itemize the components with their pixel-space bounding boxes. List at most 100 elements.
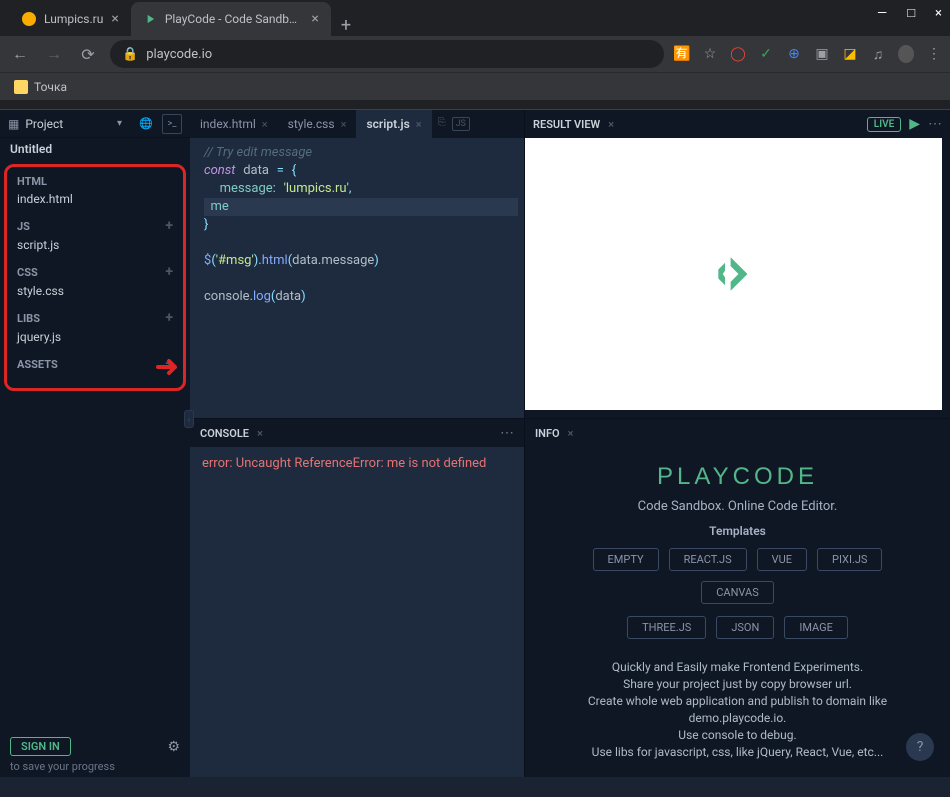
tab-strip: Lumpics.ru × PlayCode - Code Sandbox. On… xyxy=(0,0,950,36)
result-iframe[interactable] xyxy=(525,138,942,410)
splitter-handle[interactable]: ‹ xyxy=(184,410,194,428)
sidebar-footer: SIGN IN ⚙ to save your progress xyxy=(0,729,190,777)
translate-icon[interactable]: 🈶 xyxy=(674,46,690,62)
avatar-icon[interactable] xyxy=(898,46,914,62)
editor-tab-style[interactable]: style.css × xyxy=(278,110,357,138)
close-icon[interactable]: × xyxy=(111,11,118,27)
info-tab-label[interactable]: INFO xyxy=(535,427,560,440)
info-line: Share your project just by copy browser … xyxy=(555,676,920,693)
template-button[interactable]: VUE xyxy=(757,548,807,571)
back-icon[interactable]: ← xyxy=(8,44,32,64)
ext-icon[interactable]: ◪ xyxy=(842,46,858,62)
gear-icon[interactable]: ⚙ xyxy=(167,739,180,755)
code-editor[interactable]: // Try edit message const data = { messa… xyxy=(190,138,524,418)
editor-tab-extras: ⎘ JS xyxy=(438,117,470,131)
group-label: CSS xyxy=(17,266,38,279)
app-layout: ▦ Project ▾ 🌐 >_ Untitled HTML index.htm… xyxy=(0,110,950,777)
templates-row-1: EMPTY REACT.JS VUE PIXI.JS CANVAS xyxy=(555,548,920,604)
close-icon[interactable]: × xyxy=(311,11,318,27)
annotation-arrow-icon xyxy=(155,355,185,385)
project-label[interactable]: Project xyxy=(25,117,111,131)
editor-tab-script[interactable]: script.js× xyxy=(356,110,431,138)
info-line: Quickly and Easily make Frontend Experim… xyxy=(555,659,920,676)
template-button[interactable]: PIXI.JS xyxy=(817,548,882,571)
tab-title: PlayCode - Code Sandbox. Onlin xyxy=(165,12,304,26)
help-button[interactable]: ? xyxy=(906,733,934,761)
bookmarks-bar: Точка xyxy=(0,72,950,100)
ext-icon[interactable]: ⊕ xyxy=(786,46,802,62)
ext-icon[interactable]: ▣ xyxy=(814,46,830,62)
app-root: ▦ Project ▾ 🌐 >_ Untitled HTML index.htm… xyxy=(0,110,950,777)
info-line: Use libs for javascript, css, like jQuer… xyxy=(555,744,920,761)
info-text: Quickly and Easily make Frontend Experim… xyxy=(555,659,920,761)
lang-badge[interactable]: JS xyxy=(452,117,470,131)
sidebar-header: ▦ Project ▾ 🌐 >_ xyxy=(0,110,190,138)
live-badge[interactable]: LIVE xyxy=(867,117,901,132)
info-line: Use console to debug. xyxy=(555,727,920,744)
tab-label: style.css xyxy=(288,117,335,131)
ext-icon[interactable]: ✓ xyxy=(758,46,774,62)
bottom-row: CONSOLE × ⋯ error: Uncaught ReferenceErro… xyxy=(190,418,950,777)
close-icon[interactable]: × xyxy=(257,427,263,440)
template-button[interactable]: EMPTY xyxy=(593,548,659,571)
editor-tab-index[interactable]: index.html× xyxy=(190,110,278,138)
file-group-html: HTML index.html xyxy=(11,171,179,214)
console-output[interactable]: error: Uncaught ReferenceError: me is no… xyxy=(190,447,524,777)
file-item[interactable]: style.css xyxy=(17,282,173,300)
play-icon[interactable]: ▶ xyxy=(909,116,920,132)
close-icon[interactable]: × xyxy=(935,6,942,21)
grid-icon[interactable]: ▦ xyxy=(8,117,19,131)
signin-button[interactable]: SIGN IN xyxy=(10,737,71,756)
add-icon[interactable]: + xyxy=(165,218,173,234)
bookmark-item[interactable]: Точка xyxy=(34,80,67,94)
close-icon[interactable]: × xyxy=(608,118,614,131)
template-button[interactable]: THREE.JS xyxy=(627,616,706,639)
ext-icon[interactable]: ◯ xyxy=(730,46,746,62)
address-bar: ← → ⟳ 🔒 playcode.io 🈶 ☆ ◯ ✓ ⊕ ▣ ◪ ♫ ⋮ xyxy=(0,36,950,72)
tagline: Code Sandbox. Online Code Editor. xyxy=(638,499,838,514)
result-tab-label[interactable]: RESULT VIEW xyxy=(533,118,600,131)
result-tabs: RESULT VIEW × LIVE ▶ ⋯ xyxy=(525,110,950,138)
group-label: HTML xyxy=(17,175,47,188)
template-button[interactable]: IMAGE xyxy=(784,616,848,639)
url-field[interactable]: 🔒 playcode.io xyxy=(110,40,664,68)
chevron-down-icon[interactable]: ▾ xyxy=(117,118,122,129)
close-icon[interactable]: × xyxy=(262,118,268,131)
browser-tab-1[interactable]: PlayCode - Code Sandbox. Onlin × xyxy=(131,2,331,36)
globe-icon[interactable]: 🌐 xyxy=(136,114,156,134)
template-button[interactable]: JSON xyxy=(716,616,774,639)
playcode-logo-icon xyxy=(706,246,762,302)
close-icon[interactable]: × xyxy=(568,427,574,440)
file-item[interactable]: jquery.js xyxy=(17,328,173,346)
reload-icon[interactable]: ⟳ xyxy=(76,45,100,64)
file-item[interactable]: index.html xyxy=(17,190,173,208)
info-line: Create whole web application and publish… xyxy=(555,693,920,727)
more-icon[interactable]: ⋯ xyxy=(928,116,942,132)
minimize-icon[interactable]: — xyxy=(877,6,887,21)
add-icon[interactable]: + xyxy=(165,310,173,326)
editor-panel: index.html× style.css × script.js× ⎘ JS /… xyxy=(190,110,525,418)
file-item[interactable]: script.js xyxy=(17,236,173,254)
add-icon[interactable]: + xyxy=(165,264,173,280)
playlist-icon[interactable]: ♫ xyxy=(870,46,886,62)
close-icon[interactable]: × xyxy=(341,118,347,131)
forward-icon[interactable]: → xyxy=(42,44,66,64)
project-title[interactable]: Untitled xyxy=(0,138,190,164)
more-icon[interactable]: ⋯ xyxy=(500,425,514,441)
star-icon[interactable]: ☆ xyxy=(702,46,718,62)
template-button[interactable]: REACT.JS xyxy=(669,548,747,571)
terminal-icon[interactable]: >_ xyxy=(162,114,182,134)
info-panel: INFO× PLAYCODE Code Sandbox. Online Code… xyxy=(525,419,950,777)
copy-icon[interactable]: ⎘ xyxy=(438,117,446,131)
new-tab-button[interactable]: + xyxy=(331,15,361,36)
sidebar: ▦ Project ▾ 🌐 >_ Untitled HTML index.htm… xyxy=(0,110,190,777)
url-text: playcode.io xyxy=(146,47,212,62)
console-tab-label[interactable]: CONSOLE xyxy=(200,427,249,440)
maximize-icon[interactable]: □ xyxy=(907,5,915,21)
close-icon[interactable]: × xyxy=(416,118,422,131)
menu-icon[interactable]: ⋮ xyxy=(926,46,942,62)
file-group-css: CSS + style.css xyxy=(11,260,179,306)
browser-tab-0[interactable]: Lumpics.ru × xyxy=(10,2,131,36)
tab-title: Lumpics.ru xyxy=(44,12,103,26)
template-button[interactable]: CANVAS xyxy=(701,581,774,604)
